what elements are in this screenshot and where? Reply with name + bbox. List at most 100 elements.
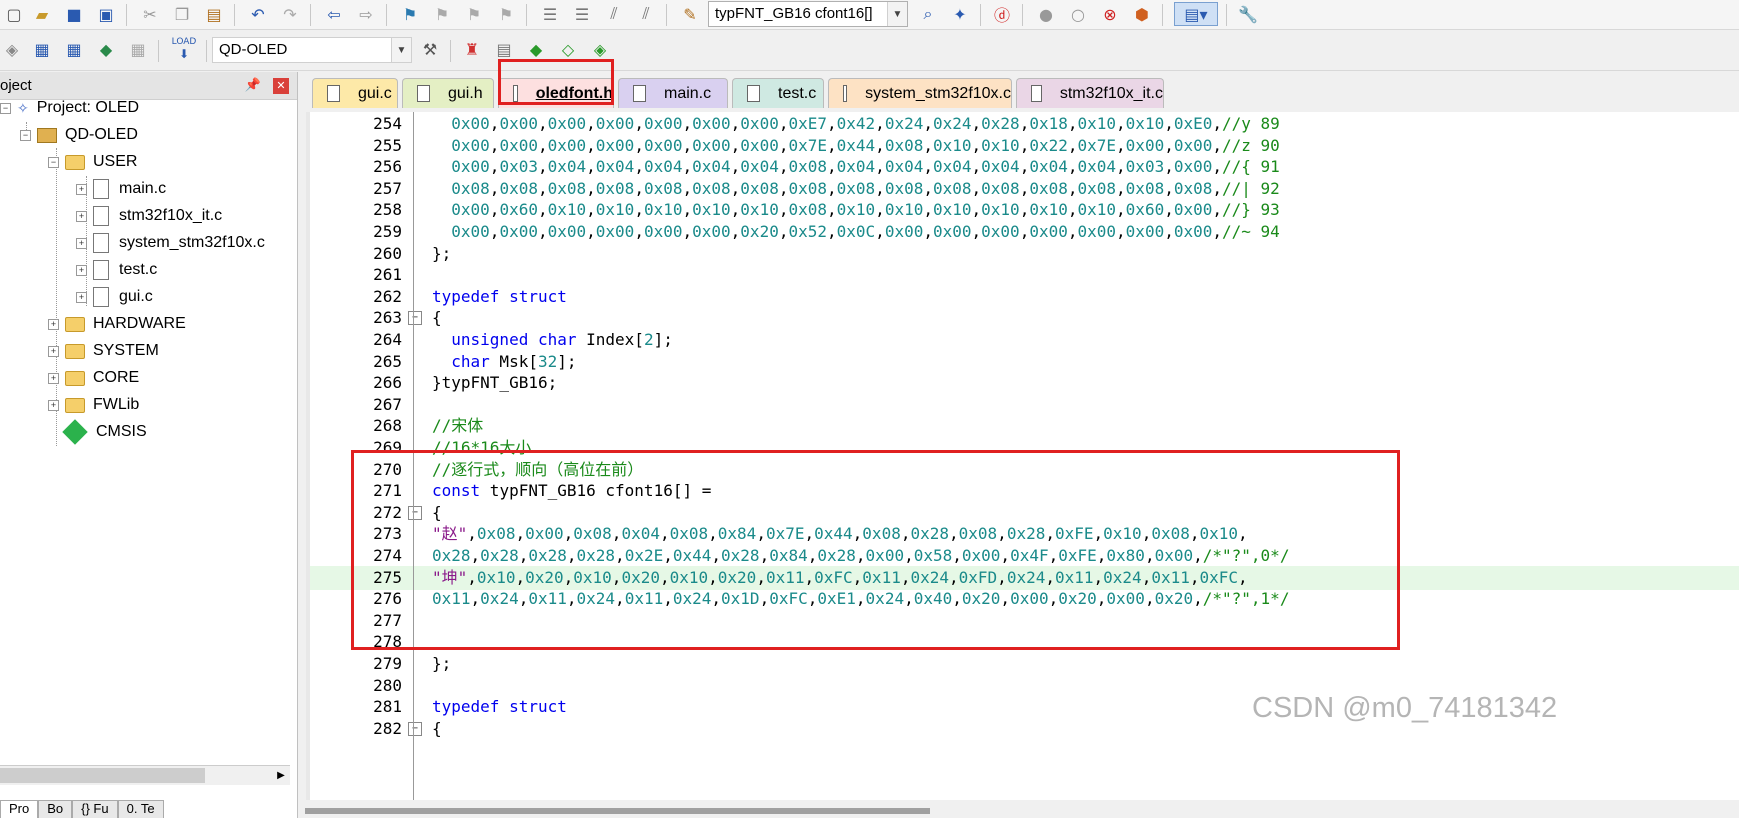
code-line[interactable]: 254 0x00,0x00,0x00,0x00,0x00,0x00,0x00,0…	[310, 112, 1739, 136]
pack-installer-icon[interactable]: ◆	[524, 37, 548, 61]
next-bookmark-icon[interactable]: ⚑	[462, 2, 486, 26]
tab-stm32f10x-it-c[interactable]: stm32f10x_it.c	[1016, 78, 1164, 108]
paste-icon[interactable]: ▤	[202, 2, 226, 26]
save-all-icon[interactable]: ▣	[94, 2, 118, 26]
expand-icon[interactable]: +	[76, 183, 87, 195]
tree-item-file[interactable]: + main.c	[76, 176, 166, 202]
find-icon[interactable]: ⌕	[916, 2, 940, 26]
code-line[interactable]: 262 typedef struct	[310, 285, 1739, 309]
tab-test-c[interactable]: test.c	[732, 78, 824, 108]
translate-icon[interactable]: ◈	[0, 37, 24, 61]
code-line[interactable]: 261	[310, 263, 1739, 287]
scrollbar-thumb[interactable]	[305, 808, 930, 814]
manage-components-icon[interactable]: ♜	[460, 37, 484, 61]
chevron-down-icon[interactable]: ▼	[391, 38, 411, 62]
code-line[interactable]: 256 0x00,0x03,0x04,0x04,0x04,0x04,0x04,0…	[310, 155, 1739, 179]
code-line[interactable]: 264 unsigned char Index[2];	[310, 328, 1739, 352]
pin-icon[interactable]: 📌	[245, 77, 261, 93]
undo-icon[interactable]: ↶	[246, 2, 270, 26]
tree-item-target[interactable]: − QD-OLED	[20, 122, 138, 148]
tab-main-c[interactable]: main.c	[618, 78, 728, 108]
tree-item-cmsis[interactable]: CMSIS	[62, 419, 147, 445]
scroll-right-icon[interactable]: ▶	[272, 766, 290, 786]
expand-icon[interactable]: +	[48, 318, 59, 330]
target-select[interactable]: QD-OLED ▼	[212, 37, 412, 63]
code-line[interactable]: 267	[310, 393, 1739, 417]
tree-item-project[interactable]: − ✧ Project: OLED	[0, 95, 139, 121]
incremental-find-icon[interactable]: ✦	[948, 2, 972, 26]
load-download-button[interactable]: LOAD ⬇	[168, 35, 200, 63]
find-in-files-icon[interactable]: ✎	[678, 2, 702, 26]
breakpoint-icon[interactable]: ●	[1034, 2, 1058, 26]
indent-icon[interactable]: ☰	[538, 2, 562, 26]
expand-icon[interactable]: +	[76, 291, 87, 303]
tree-item-group[interactable]: + HARDWARE	[48, 311, 186, 337]
expand-icon[interactable]: +	[48, 372, 59, 384]
rebuild-icon[interactable]: ▦	[62, 37, 86, 61]
clear-bookmarks-icon[interactable]: ⚑	[494, 2, 518, 26]
project-hscrollbar[interactable]: ▶	[0, 765, 290, 785]
breakpoint-disable-icon[interactable]: ○	[1066, 2, 1090, 26]
tree-item-file[interactable]: + test.c	[76, 257, 157, 283]
expand-icon[interactable]: +	[48, 345, 59, 357]
stop-build-icon[interactable]: ▦	[126, 37, 150, 61]
code-line[interactable]: 265 char Msk[32];	[310, 350, 1739, 374]
target-options-icon[interactable]: ⚒	[418, 37, 442, 61]
code-line[interactable]: 258 0x00,0x60,0x10,0x10,0x10,0x10,0x10,0…	[310, 198, 1739, 222]
expand-icon[interactable]: +	[76, 210, 87, 222]
nav-back-icon[interactable]: ⇦	[322, 2, 346, 26]
window-layout-icon[interactable]: ▤▾	[1174, 2, 1218, 26]
fold-toggle-icon[interactable]: −	[408, 311, 422, 326]
fold-toggle-icon[interactable]: −	[408, 721, 422, 736]
tree-item-group[interactable]: + SYSTEM	[48, 338, 159, 364]
nav-forward-icon[interactable]: ⇨	[354, 2, 378, 26]
expand-icon[interactable]: +	[76, 264, 87, 276]
debug-icon[interactable]: ⓓ	[990, 2, 1014, 26]
collapse-icon[interactable]: −	[20, 129, 31, 141]
close-icon[interactable]: ✕	[273, 78, 289, 94]
new-file-icon[interactable]: ▢	[2, 2, 26, 26]
chevron-down-icon[interactable]: ▼	[887, 2, 907, 26]
cut-icon[interactable]: ✂	[138, 2, 162, 26]
unindent-icon[interactable]: ☰	[570, 2, 594, 26]
tab-functions[interactable]: {} Fu	[72, 800, 118, 818]
save-icon[interactable]: ■	[62, 2, 86, 26]
tab-project[interactable]: Pro	[0, 800, 39, 818]
expand-icon[interactable]: +	[76, 237, 87, 249]
tab-templates[interactable]: 0. Te	[117, 800, 164, 818]
select-software-packs-icon[interactable]: ◇	[556, 37, 580, 61]
prev-bookmark-icon[interactable]: ⚑	[430, 2, 454, 26]
open-folder-icon[interactable]: ▰	[30, 2, 54, 26]
redo-icon[interactable]: ↷	[278, 2, 302, 26]
tree-item-group[interactable]: + FWLib	[48, 392, 139, 418]
find-combo[interactable]: typFNT_GB16 cfont16[] ▼	[708, 1, 908, 27]
tree-item-file[interactable]: + gui.c	[76, 284, 153, 310]
expand-icon[interactable]: +	[48, 399, 59, 411]
batch-build-icon[interactable]: ◆	[94, 37, 118, 61]
tree-item-file[interactable]: + stm32f10x_it.c	[76, 203, 222, 229]
uncomment-icon[interactable]: ⫽	[634, 2, 658, 26]
tab-books[interactable]: Bo	[38, 800, 73, 818]
code-line[interactable]: 263−{	[310, 306, 1739, 330]
wrench-icon[interactable]: 🔧	[1236, 2, 1260, 26]
bookmark-icon[interactable]: ⚑	[398, 2, 422, 26]
scrollbar-thumb[interactable]	[0, 768, 205, 783]
build-icon[interactable]: ▦	[30, 37, 54, 61]
collapse-icon[interactable]: −	[0, 102, 11, 114]
tree-item-group[interactable]: + CORE	[48, 365, 139, 391]
file-extensions-icon[interactable]: ▤	[492, 37, 516, 61]
breakpoint-kill-all-icon[interactable]: ⬢	[1130, 2, 1154, 26]
code-line[interactable]: 255 0x00,0x00,0x00,0x00,0x00,0x00,0x00,0…	[310, 134, 1739, 158]
tab-gui-h[interactable]: gui.h	[402, 78, 494, 108]
copy-icon[interactable]: ❐	[170, 2, 194, 26]
tree-item-user-group[interactable]: − USER	[48, 149, 137, 175]
tree-item-file[interactable]: + system_stm32f10x.c	[76, 230, 265, 256]
code-line[interactable]: 260};	[310, 242, 1739, 266]
editor-hscrollbar[interactable]	[300, 800, 1739, 818]
tab-gui-c[interactable]: gui.c	[312, 78, 398, 108]
comment-icon[interactable]: ⫽	[602, 2, 626, 26]
code-line[interactable]: 266}typFNT_GB16;	[310, 371, 1739, 395]
code-line[interactable]: 279};	[310, 652, 1739, 676]
code-line[interactable]: 268 //宋体	[310, 414, 1739, 438]
code-line[interactable]: 259 0x00,0x00,0x00,0x00,0x00,0x00,0x20,0…	[310, 220, 1739, 244]
